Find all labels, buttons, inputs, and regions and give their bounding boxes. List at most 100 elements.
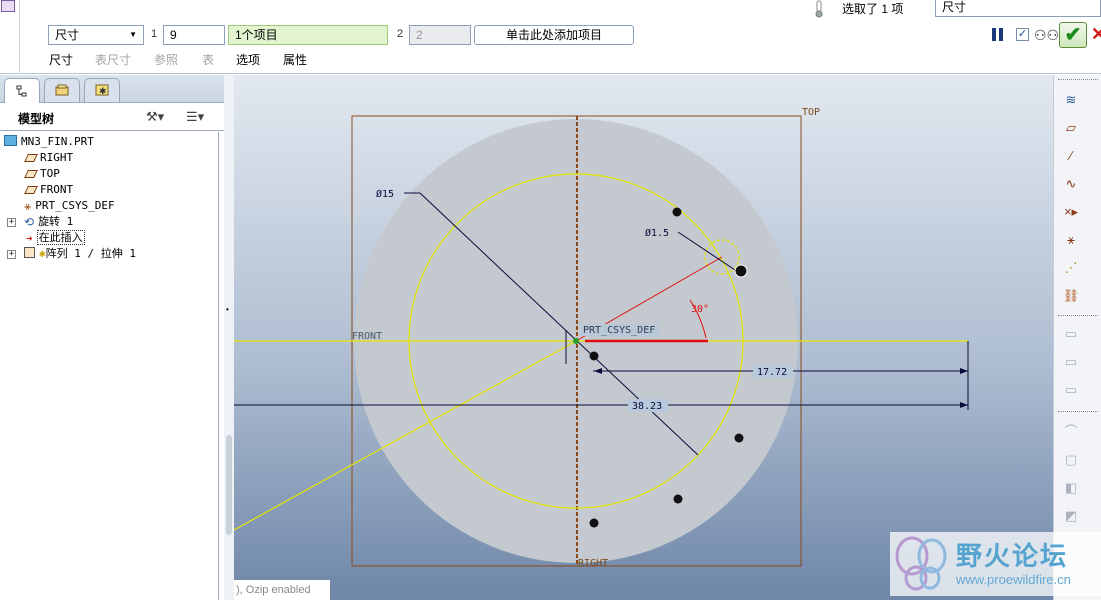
- dim-arrow: [960, 402, 968, 408]
- favorites-icon: ✱: [95, 84, 109, 96]
- sketch-canvas[interactable]: TOP FRONT RIGHT PRT_CSYS_DEF Ø15 Ø1.5 30…: [234, 75, 1053, 600]
- add-item-button[interactable]: 单击此处添加项目: [474, 25, 634, 45]
- confirm-button[interactable]: ✔: [1059, 22, 1087, 48]
- draft-tool-icon[interactable]: ◩: [1060, 505, 1082, 527]
- model-tree: MN3_FIN.PRT RIGHT TOP FRONT ⚹ PRT_CSYS_DE…: [0, 132, 219, 600]
- field2-index: 2: [397, 28, 404, 40]
- tree-node-csys[interactable]: ⚹ PRT_CSYS_DEF: [24, 198, 115, 214]
- insert-tool-icon-2[interactable]: ▭: [1060, 351, 1082, 373]
- butterfly-logo: [895, 536, 947, 591]
- tab-model-tree[interactable]: [4, 78, 40, 104]
- csys-tool-icon[interactable]: ⚹: [1060, 229, 1082, 251]
- status-text: ), Ozip enabled: [234, 580, 330, 600]
- tab-folder-browser[interactable]: [44, 78, 80, 102]
- rib-tool-icon[interactable]: ◧: [1060, 477, 1082, 499]
- show-icon[interactable]: ☰▾: [186, 109, 204, 125]
- sketch-view-icon[interactable]: ≋: [1060, 89, 1082, 111]
- tab-options[interactable]: 选项: [236, 51, 260, 68]
- toolbar-separator: [1058, 79, 1098, 80]
- field2-input[interactable]: 2: [409, 25, 471, 45]
- tree-node-label: 旋转 1: [38, 215, 74, 228]
- selection-filter[interactable]: 尺寸: [935, 0, 1101, 17]
- dashboard-left-strip: [0, 0, 20, 74]
- tree-node-front[interactable]: FRONT: [24, 182, 73, 198]
- settings-icon[interactable]: ⚒▾: [146, 109, 164, 125]
- dim-arrow: [960, 368, 968, 374]
- pattern-hole: [673, 494, 683, 504]
- watermark-url: www.proewildfire.cn: [956, 572, 1071, 587]
- insert-arrow-icon: ➔: [26, 232, 33, 245]
- datum-plane-icon: [24, 186, 38, 194]
- tree-node-right[interactable]: RIGHT: [24, 150, 74, 166]
- panel-splitter[interactable]: •: [224, 75, 234, 600]
- app-icon: [1, 0, 15, 12]
- tab-dimensions[interactable]: 尺寸: [49, 51, 73, 68]
- expand-icon[interactable]: +: [7, 250, 16, 259]
- pattern-hole: [589, 518, 599, 528]
- tab-table[interactable]: 表: [202, 51, 214, 68]
- tab-properties[interactable]: 属性: [283, 51, 307, 68]
- tree-icon: [16, 85, 27, 97]
- pattern-icon: [24, 247, 35, 258]
- tab-references[interactable]: 参照: [154, 51, 178, 68]
- model-tree-header: 模型树 ⚒▾ ☰▾: [0, 103, 224, 131]
- csys-label: PRT_CSYS_DEF: [583, 325, 655, 336]
- tree-node-insert-here[interactable]: ➔ 在此插入: [26, 230, 85, 246]
- pattern-hole: [589, 351, 599, 361]
- item-collector[interactable]: 1个项目: [228, 25, 388, 45]
- star-icon: ✱: [39, 247, 46, 260]
- analysis-icon[interactable]: ⋰: [1060, 257, 1082, 279]
- watermark: 野火论坛 www.proewildfire.cn: [890, 532, 1101, 596]
- toolbar-separator: [1058, 411, 1098, 412]
- pattern-hole-selected-center: [738, 268, 744, 274]
- tree-node-label: 在此插入: [36, 230, 85, 245]
- tab-table-dimensions[interactable]: 表尺寸: [95, 51, 131, 68]
- datum-point-icon[interactable]: ×▸: [1060, 201, 1082, 223]
- tree-node-label: 阵列 1 / 拉伸 1: [45, 247, 136, 260]
- dim-angle[interactable]: 30°: [691, 304, 709, 315]
- chain-icon[interactable]: ⛓: [1060, 285, 1082, 307]
- dim-diameter-small[interactable]: Ø1.5: [645, 227, 669, 239]
- csys-icon: ⚹: [24, 199, 32, 213]
- splitter-handle[interactable]: [226, 435, 232, 535]
- dim-horizontal[interactable]: 17.72: [757, 367, 787, 378]
- tree-node-label: MN3_FIN.PRT: [21, 135, 94, 148]
- watermark-title: 野火论坛: [956, 541, 1069, 571]
- dimension-value-input[interactable]: 9: [163, 25, 225, 45]
- insert-tool-icon[interactable]: ▭: [1060, 323, 1082, 345]
- glasses-icon[interactable]: ⚇⚇: [1034, 27, 1059, 44]
- tree-node-revolve[interactable]: ⟲ 旋转 1: [24, 214, 73, 230]
- dim-diameter-large[interactable]: Ø15: [376, 188, 394, 200]
- tree-node-part[interactable]: MN3_FIN.PRT: [4, 134, 94, 150]
- cancel-icon[interactable]: ✕: [1091, 24, 1101, 45]
- right-toolbar: ≋ ▱ ⁄ ∿ ×▸ ⚹ ⋰ ⛓ ▭ ▭ ▭ ⌒ ▢ ◧ ◩: [1053, 75, 1101, 600]
- chevron-down-icon: ▼: [129, 30, 137, 39]
- navigator-panel: ✱ 模型树 ⚒▾ ☰▾ MN3_FIN.PRT RIGHT TOP FRONT …: [0, 75, 224, 600]
- tree-node-top[interactable]: TOP: [24, 166, 60, 182]
- datum-axis-icon[interactable]: ⁄: [1060, 145, 1082, 167]
- model-tree-title: 模型树: [18, 112, 55, 126]
- dashboard: 尺寸 ▼ 1 9 1个项目 2 2 单击此处添加项目 尺寸 表尺寸 参照 表 选…: [0, 0, 1101, 74]
- selection-status: 选取了 1 项: [842, 2, 904, 16]
- dim-diagonal[interactable]: 38.23: [632, 401, 662, 412]
- hole-tool-icon[interactable]: ⌒: [1060, 421, 1082, 443]
- graphics-window[interactable]: TOP FRONT RIGHT PRT_CSYS_DEF Ø15 Ø1.5 30…: [234, 75, 1053, 600]
- top-label: TOP: [802, 107, 820, 118]
- pattern-hole: [734, 433, 744, 443]
- insert-tool-icon-3[interactable]: ▭: [1060, 379, 1082, 401]
- dimension-type-select[interactable]: 尺寸 ▼: [48, 25, 144, 45]
- tree-node-label: TOP: [40, 167, 60, 180]
- tree-node-label: RIGHT: [40, 151, 74, 164]
- splitter-grip[interactable]: •: [226, 305, 232, 314]
- toolbar-separator: [1058, 315, 1098, 316]
- preview-checkbox[interactable]: ✓: [1016, 28, 1029, 41]
- datum-plane-icon[interactable]: ▱: [1060, 117, 1082, 139]
- pause-icon[interactable]: [992, 28, 1004, 42]
- expand-icon[interactable]: +: [7, 218, 16, 227]
- revolve-icon: ⟲: [24, 215, 35, 229]
- folder-icon: [55, 84, 69, 96]
- shell-tool-icon[interactable]: ▢: [1060, 449, 1082, 471]
- tab-favorites[interactable]: ✱: [84, 78, 120, 102]
- tree-node-pattern[interactable]: ✱阵列 1 / 拉伸 1: [24, 246, 136, 262]
- datum-curve-icon[interactable]: ∿: [1060, 173, 1082, 195]
